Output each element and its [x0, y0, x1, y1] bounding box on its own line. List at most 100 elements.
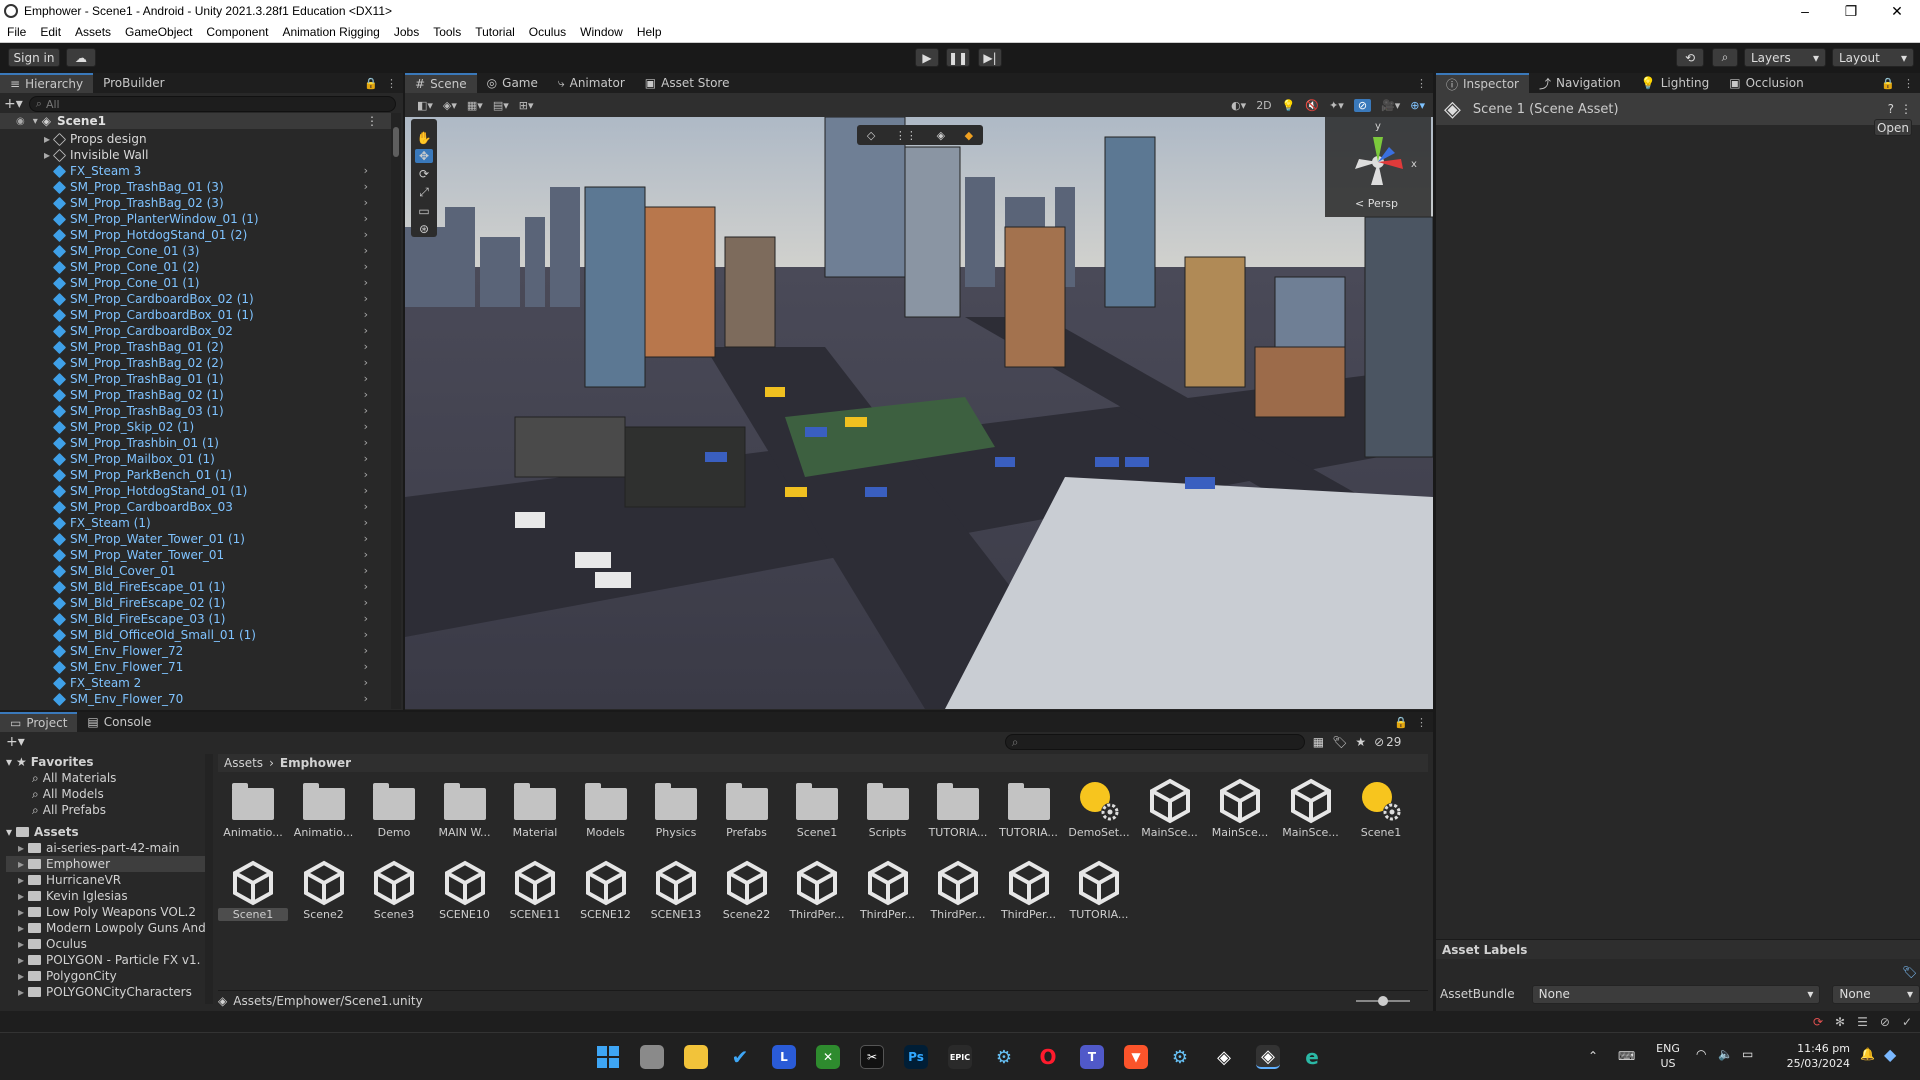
- open-prefab-icon[interactable]: ›: [364, 339, 368, 355]
- hierarchy-item[interactable]: SM_Prop_HotdogStand_01 (1) ›: [0, 483, 390, 499]
- asset-item[interactable]: Scene1: [782, 778, 852, 839]
- asset-item[interactable]: ThirdPer...: [994, 860, 1064, 921]
- copilot-icon[interactable]: ◆: [1884, 1045, 1896, 1064]
- tab-inspector[interactable]: ⓘ Inspector: [1436, 73, 1529, 93]
- render-mode-icon[interactable]: ◈▾: [443, 99, 457, 112]
- open-prefab-icon[interactable]: ›: [364, 211, 368, 227]
- help-icon[interactable]: ?: [1888, 102, 1894, 116]
- asset-item[interactable]: Scene1: [218, 860, 288, 921]
- open-prefab-icon[interactable]: ›: [364, 435, 368, 451]
- open-prefab-icon[interactable]: ›: [364, 579, 368, 595]
- opera-icon[interactable]: O: [1036, 1045, 1060, 1069]
- search-by-label-icon[interactable]: 🏷: [1332, 735, 1347, 749]
- steam-icon[interactable]: ⚙: [992, 1045, 1016, 1069]
- check-icon[interactable]: ✓: [1902, 1015, 1912, 1029]
- hierarchy-item[interactable]: SM_Prop_Trashbin_01 (1) ›: [0, 435, 390, 451]
- asset-item[interactable]: Animatio...: [218, 778, 288, 839]
- menu-gameobject[interactable]: GameObject: [118, 25, 199, 39]
- menu-help[interactable]: Help: [630, 25, 669, 39]
- open-prefab-icon[interactable]: ›: [364, 371, 368, 387]
- open-prefab-icon[interactable]: ›: [364, 451, 368, 467]
- vertex-mode-icon[interactable]: ⋮⋮: [895, 129, 917, 142]
- asset-item[interactable]: MainSce...: [1135, 778, 1205, 839]
- foldout-closed-icon[interactable]: ▸: [44, 131, 50, 147]
- hierarchy-item[interactable]: SM_Prop_TrashBag_02 (1) ›: [0, 387, 390, 403]
- maximize-button[interactable]: ❐: [1828, 3, 1874, 20]
- hierarchy-item[interactable]: ▸ Props design: [0, 131, 390, 147]
- open-prefab-icon[interactable]: ›: [364, 627, 368, 643]
- edge-mode-icon[interactable]: ◈: [937, 129, 945, 142]
- open-prefab-icon[interactable]: ›: [364, 675, 368, 691]
- tab-hierarchy[interactable]: ≡ Hierarchy: [0, 73, 94, 93]
- asset-item[interactable]: Prefabs: [712, 778, 782, 839]
- open-prefab-icon[interactable]: ›: [364, 643, 368, 659]
- hierarchy-item[interactable]: SM_Prop_Skip_02 (1) ›: [0, 419, 390, 435]
- teams-icon[interactable]: T: [1080, 1045, 1104, 1069]
- layout-dropdown[interactable]: Layout ▾: [1832, 48, 1914, 67]
- hierarchy-item[interactable]: SM_Prop_Mailbox_01 (1) ›: [0, 451, 390, 467]
- open-prefab-icon[interactable]: ›: [364, 387, 368, 403]
- asset-folder-item[interactable]: ▸ ai-series-part-42-main: [6, 840, 212, 856]
- rotate-tool-icon[interactable]: ⟳: [419, 167, 429, 181]
- app-l-icon[interactable]: L: [772, 1045, 796, 1069]
- open-prefab-icon[interactable]: ›: [364, 531, 368, 547]
- open-prefab-icon[interactable]: ›: [364, 467, 368, 483]
- menu-component[interactable]: Component: [199, 25, 275, 39]
- windows-start-icon[interactable]: [596, 1045, 620, 1069]
- collab-icon[interactable]: ⟳: [1813, 1015, 1823, 1029]
- asset-item[interactable]: ThirdPer...: [923, 860, 993, 921]
- hierarchy-item[interactable]: FX_Steam (1) ›: [0, 515, 390, 531]
- foldout-closed-icon[interactable]: ▸: [18, 968, 24, 984]
- tab-scene[interactable]: # Scene: [405, 73, 477, 93]
- open-prefab-icon[interactable]: ›: [364, 563, 368, 579]
- open-prefab-icon[interactable]: ›: [364, 659, 368, 675]
- variant-dropdown[interactable]: None ▾: [1832, 984, 1920, 1004]
- open-prefab-icon[interactable]: ›: [364, 691, 368, 707]
- progress-icon[interactable]: ⊘: [1880, 1015, 1890, 1029]
- hierarchy-item[interactable]: SM_Bld_OfficeOld_Small_01 (1) ›: [0, 627, 390, 643]
- asset-item[interactable]: SCENE13: [641, 860, 711, 921]
- play-icon[interactable]: ▶: [915, 48, 939, 67]
- open-prefab-icon[interactable]: ›: [364, 323, 368, 339]
- project-search-input[interactable]: ⌕: [1004, 734, 1305, 750]
- hierarchy-item[interactable]: SM_Prop_Cone_01 (1) ›: [0, 275, 390, 291]
- effects-toggle-icon[interactable]: ✦▾: [1329, 99, 1344, 112]
- kebab-menu-icon[interactable]: ⋮: [1416, 716, 1427, 729]
- menu-window[interactable]: Window: [573, 25, 630, 39]
- clock[interactable]: 11:46 pm 25/03/2024: [1770, 1041, 1850, 1071]
- hierarchy-item[interactable]: SM_Prop_TrashBag_02 (3) ›: [0, 195, 390, 211]
- foldout-closed-icon[interactable]: ▸: [18, 888, 24, 904]
- asset-item[interactable]: Scene1: [1346, 778, 1416, 839]
- asset-item[interactable]: DemoSet...: [1064, 778, 1134, 839]
- asset-folder-item[interactable]: ▸ Kevin Iglesias: [6, 888, 212, 904]
- slider-thumb[interactable]: [1378, 995, 1388, 1006]
- hierarchy-item[interactable]: SM_Bld_Cover_01 ›: [0, 563, 390, 579]
- scene-visibility-icon[interactable]: ◉: [16, 116, 25, 127]
- open-prefab-icon[interactable]: ›: [364, 483, 368, 499]
- hierarchy-item[interactable]: SM_Bld_FireEscape_01 (1) ›: [0, 579, 390, 595]
- asset-item[interactable]: Demo: [359, 778, 429, 839]
- hierarchy-item[interactable]: SM_Prop_HotdogStand_01 (2) ›: [0, 227, 390, 243]
- asset-item[interactable]: Scene3: [359, 860, 429, 921]
- sign-in-button[interactable]: Sign in: [8, 48, 60, 67]
- asset-item[interactable]: Models: [571, 778, 641, 839]
- scene-viewport[interactable]: ✋ ✥ ⟳ ⤢ ▭ ⊛ ◇ ⋮⋮ ◈ ◆ y x < Persp: [405, 117, 1433, 709]
- hierarchy-item[interactable]: SM_Prop_CardboardBox_03 ›: [0, 499, 390, 515]
- asset-folder-item[interactable]: ▸ Low Poly Weapons VOL.2: [6, 904, 212, 920]
- move-tool-icon[interactable]: ✥: [414, 149, 434, 163]
- hierarchy-item[interactable]: SM_Prop_Cone_01 (2) ›: [0, 259, 390, 275]
- add-icon[interactable]: +▾: [6, 734, 25, 750]
- hierarchy-item[interactable]: SM_Prop_Cone_01 (3) ›: [0, 243, 390, 259]
- asset-item[interactable]: MainSce...: [1205, 778, 1275, 839]
- open-prefab-icon[interactable]: ›: [364, 515, 368, 531]
- favorites-header[interactable]: ▾ ★ Favorites: [6, 754, 212, 770]
- hidden-packages-icon[interactable]: ⊘: [1374, 735, 1384, 749]
- lock-icon[interactable]: 🔒: [1394, 716, 1408, 729]
- face-mode-icon[interactable]: ◆: [965, 129, 973, 142]
- cache-icon[interactable]: ☰: [1857, 1015, 1868, 1029]
- asset-folder-item[interactable]: ▸ POLYGON - Particle FX v1.: [6, 952, 212, 968]
- open-prefab-icon[interactable]: ›: [364, 611, 368, 627]
- tree-scrollbar[interactable]: [205, 754, 213, 1004]
- hierarchy-item[interactable]: SM_Prop_PlanterWindow_01 (1) ›: [0, 211, 390, 227]
- pause-icon[interactable]: ❚❚: [946, 48, 970, 67]
